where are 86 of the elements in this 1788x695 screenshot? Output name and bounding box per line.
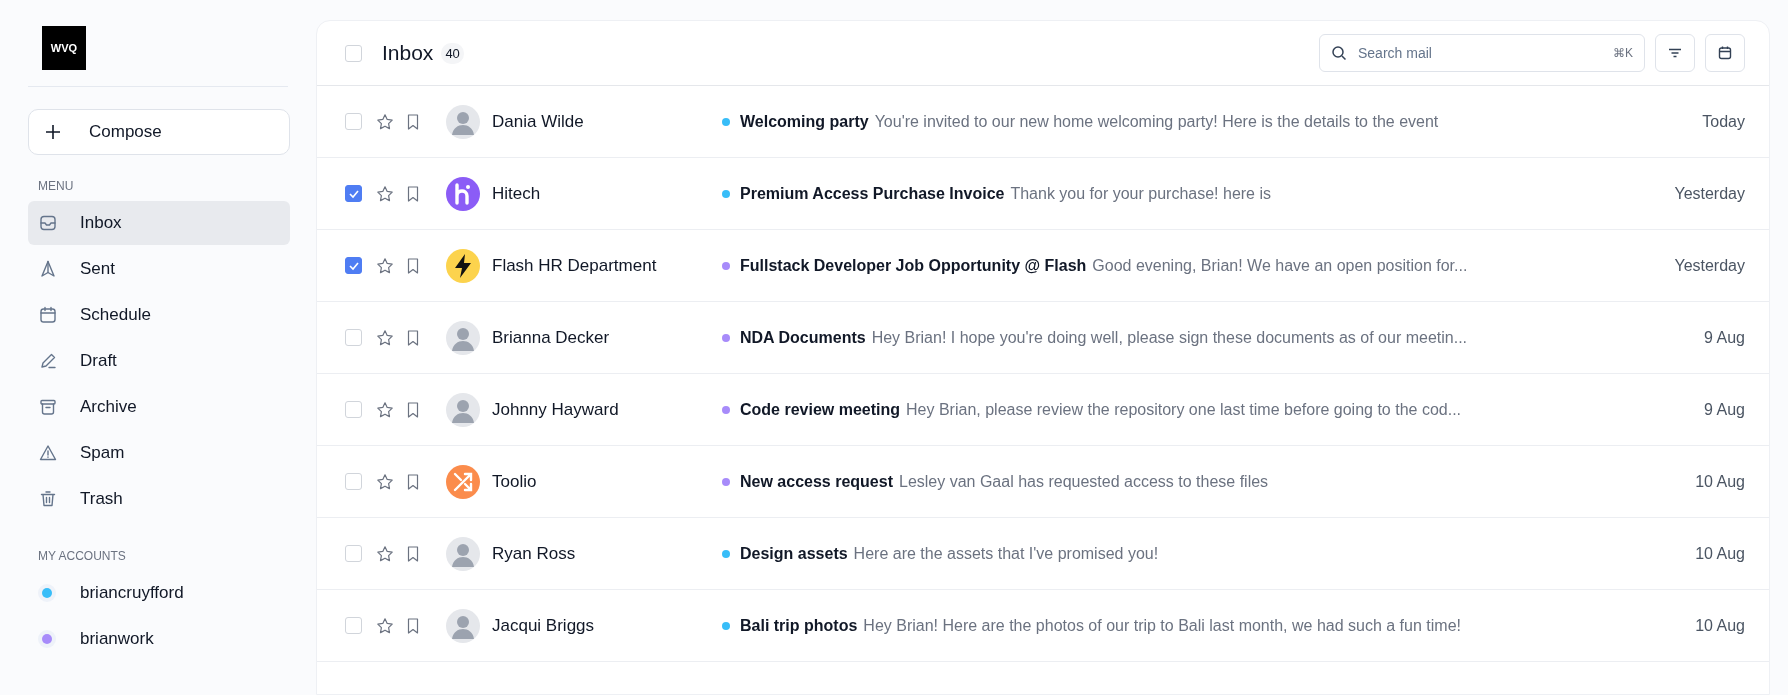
avatar-silhouette: [446, 608, 480, 643]
logo: WVQ: [42, 26, 86, 70]
email-preview: Here are the assets that I've promised you!: [853, 544, 1159, 563]
email-row[interactable]: Jacqui Briggs Bali trip photos Hey Brian! Here are the photos of our trip to Bali last month, we had such a fun time! 10 Aug: [317, 590, 1769, 662]
star-icon[interactable]: [376, 400, 394, 419]
menu-item[interactable]: Spam: [28, 431, 290, 475]
email-preview: Hey Brian! I hope you're doing well, please sign these documents as of our meetin...: [871, 328, 1468, 347]
email-date: 10 Aug: [1695, 544, 1745, 563]
shuffle-logo: [446, 464, 480, 499]
calendar-icon: [1717, 45, 1733, 61]
section-heading: MY ACCOUNTS: [38, 549, 127, 563]
avatar-silhouette: [446, 320, 480, 355]
calendar-button[interactable]: [1705, 34, 1745, 72]
email-subject: Welcoming party: [740, 112, 869, 131]
email-row[interactable]: Flash HR Department Fullstack Developer Job Opportunity @ Flash Good evening, Brian! We have an open position for... Yesterday: [317, 230, 1769, 302]
sender-name: Johnny Hayward: [492, 399, 620, 420]
calendar-icon: [38, 305, 58, 325]
menu-item[interactable]: Inbox: [28, 201, 290, 245]
compose-button[interactable]: Compose: [28, 109, 290, 155]
email-subject: Fullstack Developer Job Opportunity @ Flash: [740, 256, 1087, 275]
warning-icon: [38, 443, 58, 463]
star-icon[interactable]: [376, 256, 394, 275]
archive-box-icon: [38, 397, 58, 417]
menu-item[interactable]: Trash: [28, 477, 290, 521]
email-preview: You're invited to our new home welcoming party! Here is the details to the event: [874, 112, 1439, 131]
star-icon[interactable]: [376, 472, 394, 491]
email-preview: Hey Brian! Here are the photos of our trip to Bali last month, we had such a fun time!: [863, 616, 1461, 635]
email-date: 9 Aug: [1704, 400, 1745, 419]
email-date: 10 Aug: [1695, 616, 1745, 635]
sender-name: Toolio: [492, 471, 538, 492]
email-preview: Thank you for your purchase! here is: [1010, 184, 1271, 203]
sender-name: Ryan Ross: [492, 543, 577, 564]
star-icon[interactable]: [376, 328, 394, 347]
sender-name: Hitech: [492, 183, 542, 204]
avatar-silhouette: [446, 104, 480, 139]
count-badge: 40: [441, 42, 464, 64]
email-date: 10 Aug: [1695, 472, 1745, 491]
email-row[interactable]: Ryan Ross Design assets Here are the assets that I've promised you! 10 Aug: [317, 518, 1769, 590]
row-checkbox[interactable]: [345, 185, 362, 202]
sender-name: Jacqui Briggs: [492, 615, 596, 636]
section-heading: MENU: [38, 179, 75, 193]
paper-plane-icon: [38, 259, 58, 279]
inbox-title: Inbox: [382, 41, 434, 65]
menu-item[interactable]: Sent: [28, 247, 290, 291]
menu-item[interactable]: Archive: [28, 385, 290, 429]
email-row[interactable]: Brianna Decker NDA Documents Hey Brian! I hope you're doing well, please sign these documents as of our meetin... 9 Aug: [317, 302, 1769, 374]
menu-item[interactable]: Schedule: [28, 293, 290, 337]
email-subject: Bali trip photos: [740, 616, 858, 635]
email-date: Today: [1702, 112, 1745, 131]
select-all-checkbox[interactable]: [345, 44, 362, 62]
plus-icon: [45, 124, 61, 140]
avatar-silhouette: [446, 536, 480, 571]
account-item[interactable]: briancruyfford: [28, 571, 290, 615]
row-checkbox[interactable]: [345, 257, 362, 274]
email-subject: Design assets: [740, 544, 848, 563]
star-icon[interactable]: [376, 184, 394, 203]
pencil-icon: [38, 351, 58, 371]
trash-icon: [38, 489, 58, 509]
email-preview: Good evening, Brian! We have an open position for...: [1092, 256, 1468, 275]
sender-name: Flash HR Department: [492, 255, 658, 276]
account-item[interactable]: brianwork: [28, 617, 290, 661]
lightning-logo: [446, 248, 480, 283]
shortcut-hint: ⌘K: [1613, 46, 1633, 60]
email-preview: Hey Brian, please review the repository one last time before going to the cod...: [906, 400, 1461, 419]
email-date: 9 Aug: [1704, 328, 1745, 347]
email-row[interactable]: Hitech Premium Access Purchase Invoice Thank you for your purchase! here is Yesterday: [317, 158, 1769, 230]
email-row[interactable]: Dania Wilde Welcoming party You're invited to our new home welcoming party! Here is the details to the event Today: [317, 86, 1769, 158]
email-row[interactable]: Toolio New access request Lesley van Gaal has requested access to these files 10 Aug: [317, 446, 1769, 518]
star-icon[interactable]: [376, 616, 394, 635]
email-subject: Premium Access Purchase Invoice: [740, 184, 1005, 203]
email-date: Yesterday: [1674, 184, 1745, 203]
email-row[interactable]: Johnny Hayward Code review meeting Hey Brian, please review the repository one last time before going to the cod... 9 Aug: [317, 374, 1769, 446]
star-icon[interactable]: [376, 112, 394, 131]
inbox-tray-icon: [38, 213, 58, 233]
letter-logo: [446, 176, 480, 211]
sender-name: Brianna Decker: [492, 327, 611, 348]
email-subject: Code review meeting: [740, 400, 901, 419]
search-icon: [1331, 45, 1347, 61]
email-subject: NDA Documents: [740, 328, 866, 347]
avatar-silhouette: [446, 392, 480, 427]
star-icon[interactable]: [376, 544, 394, 563]
menu-item[interactable]: Draft: [28, 339, 290, 383]
email-preview: Lesley van Gaal has requested access to these files: [899, 472, 1269, 491]
email-date: Yesterday: [1674, 256, 1745, 275]
sender-name: Dania Wilde: [492, 111, 585, 132]
email-subject: New access request: [740, 472, 893, 491]
